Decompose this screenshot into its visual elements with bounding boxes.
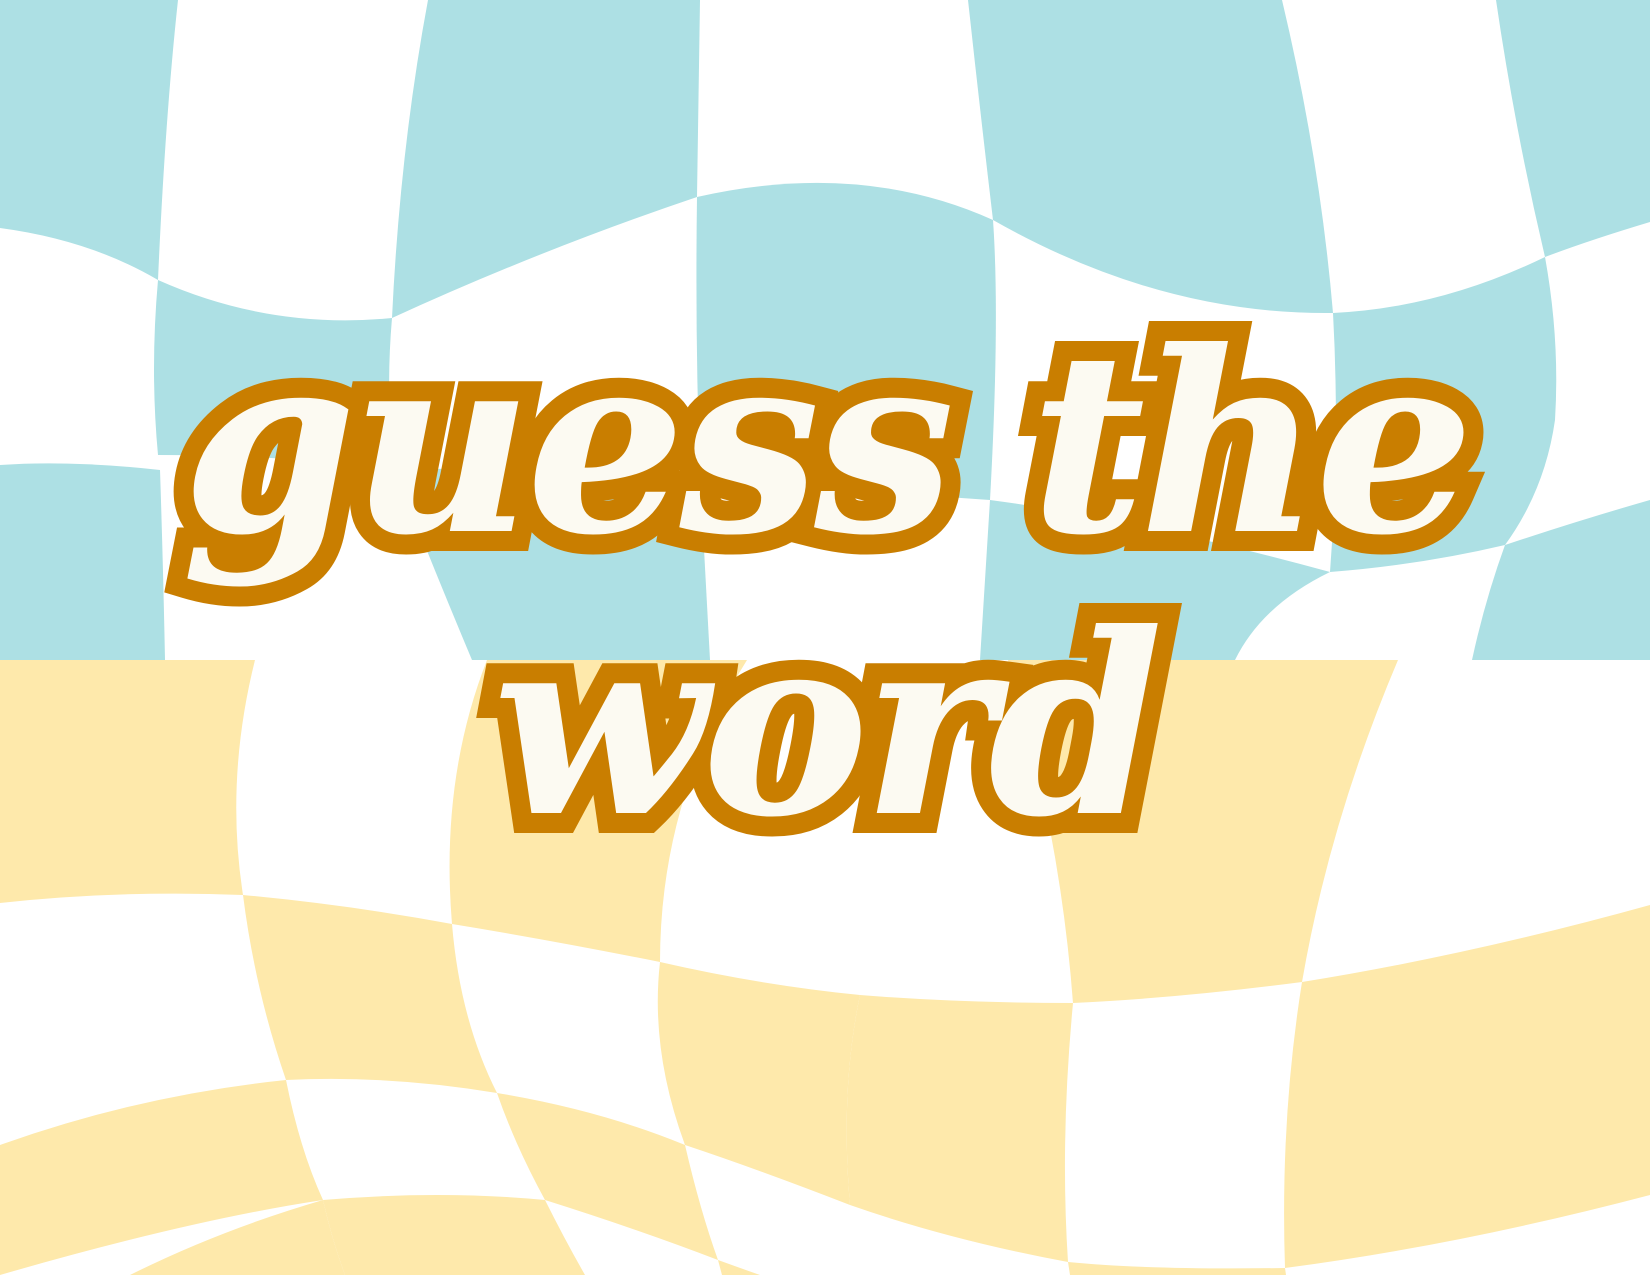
poster: guess the word [0,0,1650,1275]
title-line-1: guess the [162,296,1494,590]
title-line-2: word [473,578,1183,872]
